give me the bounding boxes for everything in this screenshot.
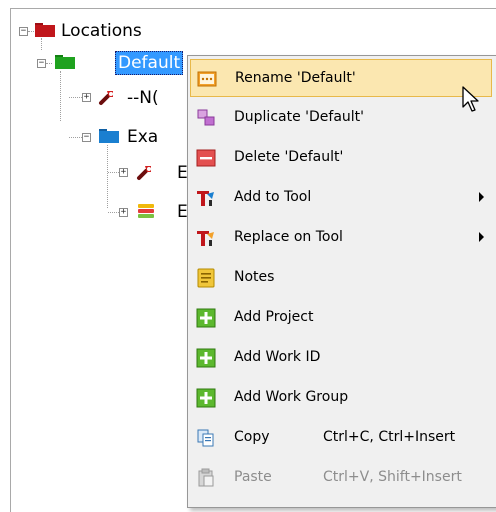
menu-item-replace-on-tool[interactable]: Replace on Tool (190, 219, 492, 257)
expand-node-button[interactable]: + (82, 93, 91, 102)
menu-item-add-work-group[interactable]: Add Work Group (190, 379, 492, 417)
menu-item-label: Replace on Tool (234, 229, 343, 245)
menu-item-label: Add Project (234, 309, 314, 325)
duplicate-icon (196, 108, 216, 128)
tool-wrench-icon (135, 162, 155, 182)
add-to-tool-icon (196, 188, 216, 208)
menu-item-shortcut: Ctrl+C, Ctrl+Insert (323, 429, 456, 445)
menu-item-delete[interactable]: Delete 'Default' (190, 139, 492, 177)
expand-node-button[interactable]: + (119, 208, 128, 217)
delete-icon (196, 148, 216, 168)
menu-item-copy[interactable]: Copy Ctrl+C, Ctrl+Insert (190, 419, 492, 457)
layers-icon (136, 201, 156, 221)
collapse-default-button[interactable]: − (37, 59, 46, 68)
tree-node-locations[interactable]: Locations (61, 20, 142, 42)
context-menu: Rename 'Default' Duplicate 'Default' Del… (187, 55, 496, 508)
menu-item-paste[interactable]: Paste Ctrl+V, Shift+Insert (190, 459, 492, 497)
menu-item-rename[interactable]: Rename 'Default' (190, 59, 492, 97)
plus-icon (196, 348, 216, 368)
menu-item-label: Notes (234, 269, 275, 285)
menu-item-label: Copy (234, 429, 270, 445)
copy-icon (196, 428, 216, 448)
menu-item-label: Add Work ID (234, 349, 321, 365)
folder-green-icon (55, 55, 75, 69)
menu-item-add-work-id[interactable]: Add Work ID (190, 339, 492, 377)
expand-node-button[interactable]: + (119, 168, 128, 177)
submenu-arrow-icon (479, 232, 484, 242)
submenu-arrow-icon (479, 192, 484, 202)
replace-on-tool-icon (196, 228, 216, 248)
menu-item-label: Add Work Group (234, 389, 349, 405)
tree-node-child2[interactable]: Exa (127, 126, 158, 148)
plus-icon (196, 308, 216, 328)
folder-blue-icon (99, 129, 119, 143)
menu-item-add-project[interactable]: Add Project (190, 299, 492, 337)
tree-node-child1[interactable]: --N( (127, 87, 159, 109)
menu-item-duplicate[interactable]: Duplicate 'Default' (190, 99, 492, 137)
mouse-cursor-icon (462, 86, 482, 118)
menu-item-label: Add to Tool (234, 189, 312, 205)
menu-item-label: Duplicate 'Default' (234, 109, 364, 125)
tree-node-default[interactable]: Default (115, 51, 184, 75)
plus-icon (196, 388, 216, 408)
menu-item-add-to-tool[interactable]: Add to Tool (190, 179, 492, 217)
paste-icon (196, 468, 216, 488)
menu-item-shortcut: Ctrl+V, Shift+Insert (323, 469, 462, 485)
notes-icon (196, 268, 216, 288)
collapse-node-button[interactable]: − (82, 133, 91, 142)
menu-item-notes[interactable]: Notes (190, 259, 492, 297)
menu-item-label: Rename 'Default' (235, 70, 356, 86)
tool-wrench-icon (97, 87, 117, 107)
menu-item-label: Paste (234, 469, 272, 485)
rename-icon (197, 69, 217, 89)
folder-red-icon (35, 23, 55, 37)
menu-item-label: Delete 'Default' (234, 149, 344, 165)
collapse-root-button[interactable]: − (19, 27, 28, 36)
